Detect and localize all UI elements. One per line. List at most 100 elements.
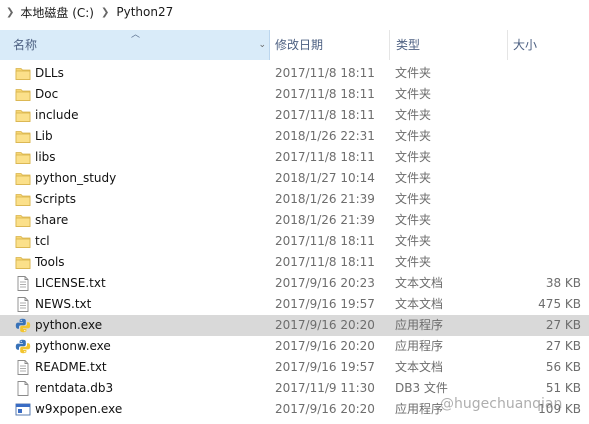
folder-icon	[15, 87, 31, 102]
file-row[interactable]: Lib 2018/1/26 22:31 文件夹	[0, 126, 589, 147]
file-type: 文本文档	[395, 360, 444, 374]
file-date: 2017/11/8 18:11	[275, 87, 375, 101]
column-header-type-label: 类型	[396, 38, 421, 52]
sort-ascending-icon: ︿	[131, 30, 141, 40]
file-row[interactable]: libs 2017/11/8 18:11 文件夹	[0, 147, 589, 168]
file-row[interactable]: share 2018/1/26 21:39 文件夹	[0, 210, 589, 231]
file-type: 文件夹	[395, 150, 432, 164]
file-type: 文件夹	[395, 129, 432, 143]
file-name: share	[35, 213, 69, 227]
file-date: 2018/1/27 10:14	[275, 171, 375, 185]
file-name: LICENSE.txt	[35, 276, 106, 290]
chevron-right-icon[interactable]: ❯	[6, 7, 14, 18]
file-type: 文件夹	[395, 108, 432, 122]
file-name: rentdata.db3	[35, 381, 114, 395]
file-type: 文件夹	[395, 255, 432, 269]
watermark: @hugechuanqian	[440, 396, 563, 412]
file-date: 2018/1/26 22:31	[275, 129, 375, 143]
column-header-size[interactable]: 大小	[508, 30, 589, 60]
file-name: README.txt	[35, 360, 107, 374]
file-date: 2017/11/8 18:11	[275, 234, 375, 248]
text-file-icon	[15, 276, 31, 291]
file-name: tcl	[35, 234, 50, 248]
file-name: libs	[35, 150, 56, 164]
file-date: 2018/1/26 21:39	[275, 213, 375, 227]
breadcrumb-folder[interactable]: Python27	[116, 5, 173, 19]
folder-icon	[15, 234, 31, 249]
file-row[interactable]: LICENSE.txt 2017/9/16 20:23 文本文档 38 KB	[0, 273, 589, 294]
column-header-name[interactable]: ︿ 名称 ⌄	[0, 30, 270, 60]
column-header-type[interactable]: 类型	[390, 30, 508, 60]
folder-icon	[15, 171, 31, 186]
file-name: pythonw.exe	[35, 339, 111, 353]
file-date: 2017/11/8 18:11	[275, 150, 375, 164]
breadcrumb: ❯ 本地磁盘 (C:) ❯ Python27	[0, 0, 589, 24]
file-date: 2017/9/16 20:23	[275, 276, 375, 290]
file-row[interactable]: DLLs 2017/11/8 18:11 文件夹	[0, 63, 589, 84]
file-date: 2017/11/8 18:11	[275, 255, 375, 269]
file-row[interactable]: pythonw.exe 2017/9/16 20:20 应用程序 27 KB	[0, 336, 589, 357]
file-type: 应用程序	[395, 339, 444, 353]
file-row[interactable]: NEWS.txt 2017/9/16 19:57 文本文档 475 KB	[0, 294, 589, 315]
file-name: NEWS.txt	[35, 297, 92, 311]
file-size: 56 KB	[545, 360, 581, 374]
file-date: 2017/9/16 20:20	[275, 318, 375, 332]
breadcrumb-drive[interactable]: 本地磁盘 (C:)	[20, 4, 94, 21]
app-window-icon	[15, 402, 31, 417]
column-header-date[interactable]: 修改日期	[270, 30, 390, 60]
file-name: Lib	[35, 129, 53, 143]
file-row[interactable]: Tools 2017/11/8 18:11 文件夹	[0, 252, 589, 273]
file-list: DLLs 2017/11/8 18:11 文件夹 Doc 2017/11/8 18:11…	[0, 63, 589, 420]
folder-icon	[15, 108, 31, 123]
file-date: 2017/11/8 18:11	[275, 108, 375, 122]
file-name: DLLs	[35, 66, 64, 80]
python-icon	[15, 339, 31, 354]
file-row[interactable]: include 2017/11/8 18:11 文件夹	[0, 105, 589, 126]
file-date: 2017/11/9 11:30	[275, 381, 375, 395]
file-size: 475 KB	[538, 297, 581, 311]
file-row[interactable]: Doc 2017/11/8 18:11 文件夹	[0, 84, 589, 105]
column-header-date-label: 修改日期	[275, 38, 324, 52]
folder-icon	[15, 150, 31, 165]
file-type: 文件夹	[395, 66, 432, 80]
file-date: 2017/9/16 19:57	[275, 360, 375, 374]
file-type: 应用程序	[395, 402, 444, 416]
file-name: include	[35, 108, 79, 122]
text-file-icon	[15, 360, 31, 375]
folder-icon	[15, 255, 31, 270]
file-name: Doc	[35, 87, 59, 101]
file-row[interactable]: Scripts 2018/1/26 21:39 文件夹	[0, 189, 589, 210]
folder-icon	[15, 192, 31, 207]
column-header-size-label: 大小	[513, 38, 538, 52]
python-icon	[15, 318, 31, 333]
blank-file-icon	[15, 381, 31, 396]
folder-icon	[15, 129, 31, 144]
file-row[interactable]: tcl 2017/11/8 18:11 文件夹	[0, 231, 589, 252]
file-name: w9xpopen.exe	[35, 402, 123, 416]
file-row[interactable]: README.txt 2017/9/16 19:57 文本文档 56 KB	[0, 357, 589, 378]
column-header-name-label: 名称	[13, 38, 38, 52]
file-date: 2017/9/16 20:20	[275, 402, 375, 416]
file-type: 文件夹	[395, 171, 432, 185]
column-header-bar: ︿ 名称 ⌄ 修改日期 类型 大小	[0, 30, 589, 60]
file-type: 文件夹	[395, 234, 432, 248]
text-file-icon	[15, 297, 31, 312]
chevron-down-icon[interactable]: ⌄	[258, 30, 266, 60]
file-date: 2017/11/8 18:11	[275, 66, 375, 80]
file-row[interactable]: python_study 2018/1/27 10:14 文件夹	[0, 168, 589, 189]
file-name: python.exe	[35, 318, 103, 332]
file-type: 文件夹	[395, 192, 432, 206]
file-size: 38 KB	[545, 276, 581, 290]
file-name: python_study	[35, 171, 117, 185]
file-date: 2017/9/16 19:57	[275, 297, 375, 311]
file-type: 文件夹	[395, 87, 432, 101]
file-size: 27 KB	[545, 318, 581, 332]
file-type: 文本文档	[395, 297, 444, 311]
file-type: 应用程序	[395, 318, 444, 332]
file-size: 27 KB	[545, 339, 581, 353]
folder-icon	[15, 66, 31, 81]
file-row[interactable]: python.exe 2017/9/16 20:20 应用程序 27 KB	[0, 315, 589, 336]
chevron-right-icon[interactable]: ❯	[101, 7, 109, 18]
folder-icon	[15, 213, 31, 228]
file-date: 2017/9/16 20:20	[275, 339, 375, 353]
